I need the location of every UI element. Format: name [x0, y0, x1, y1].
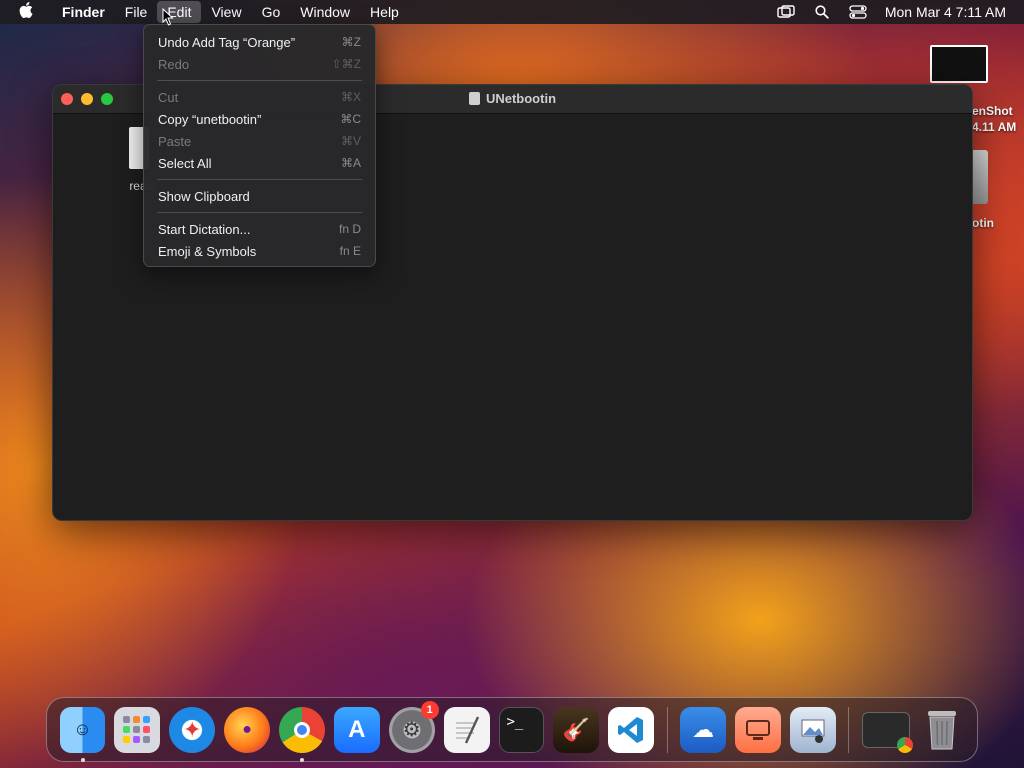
search-icon[interactable] — [813, 4, 831, 20]
menu-finder[interactable]: Finder — [52, 1, 115, 23]
mouse-cursor-icon — [162, 7, 174, 31]
chrome-window-thumbnail-icon[interactable] — [861, 711, 913, 753]
menu-item-undo[interactable]: Undo Add Tag “Orange” ⌘Z — [144, 31, 375, 53]
terminal-icon[interactable]: >_ — [498, 706, 545, 753]
menu-view[interactable]: View — [201, 1, 251, 23]
weather-icon[interactable]: ☁ — [680, 706, 726, 753]
desktop-screenshot-time-label: 4.11 AM — [972, 120, 1017, 134]
apple-logo-icon[interactable] — [0, 2, 52, 22]
desktop-screenshot-label: enShot — [972, 104, 1013, 118]
menu-item-show-clipboard[interactable]: Show Clipboard — [144, 185, 375, 207]
menu-go[interactable]: Go — [252, 1, 291, 23]
launchpad-icon[interactable] — [114, 706, 161, 753]
menu-item-cut: Cut ⌘X — [158, 89, 361, 105]
dock-separator — [666, 706, 668, 753]
menu-item-redo: Redo ⇧⌘Z — [158, 56, 361, 72]
control-center-icon[interactable] — [849, 4, 867, 20]
menu-window[interactable]: Window — [290, 1, 360, 23]
preview-icon[interactable] — [789, 706, 836, 753]
menu-item-paste: Paste ⌘V — [158, 133, 361, 149]
screen-mirroring-icon[interactable] — [777, 4, 795, 20]
dock: ☺ ✦ ● A ⚙ 1 >_ 🎸 ☁ — [46, 697, 978, 762]
menubar-clock[interactable]: Mon Mar 4 7:11 AM — [885, 4, 1006, 20]
document-icon — [468, 92, 480, 105]
menu-item-emoji-symbols[interactable]: Emoji & Symbols fn E — [144, 240, 375, 262]
dock-separator — [848, 706, 850, 753]
menu-item-copy[interactable]: Copy “unetbootin” ⌘C — [144, 108, 375, 130]
menu-file[interactable]: File — [115, 1, 158, 23]
screen-sharing-icon[interactable] — [735, 706, 781, 753]
app-store-icon[interactable]: A — [333, 706, 380, 753]
menu-separator — [157, 80, 362, 81]
menu-bar: Finder File Edit View Go Window Help Mon… — [0, 0, 1024, 24]
chrome-icon[interactable] — [279, 706, 325, 762]
firefox-icon[interactable]: ● — [224, 706, 270, 753]
edit-menu-dropdown: Undo Add Tag “Orange” ⌘Z Redo ⇧⌘Z Cut ⌘X Co… — [143, 24, 376, 267]
system-settings-icon[interactable]: ⚙ 1 — [388, 700, 439, 753]
textedit-icon[interactable] — [443, 706, 490, 753]
trash-icon[interactable] — [919, 707, 965, 753]
desktop-drive-label: otin — [972, 216, 994, 230]
finder-icon[interactable]: ☺ — [59, 706, 106, 762]
notification-badge: 1 — [420, 700, 439, 719]
vscode-icon[interactable] — [608, 706, 655, 753]
garageband-icon[interactable]: 🎸 — [553, 706, 600, 753]
menu-item-start-dictation[interactable]: Start Dictation... fn D — [144, 218, 375, 240]
safari-icon[interactable]: ✦ — [169, 706, 216, 753]
desktop-screenshot-thumbnail[interactable] — [930, 45, 988, 83]
menu-separator — [157, 212, 362, 213]
menu-separator — [157, 179, 362, 180]
menu-help[interactable]: Help — [360, 1, 409, 23]
menu-item-select-all[interactable]: Select All ⌘A — [144, 152, 375, 174]
